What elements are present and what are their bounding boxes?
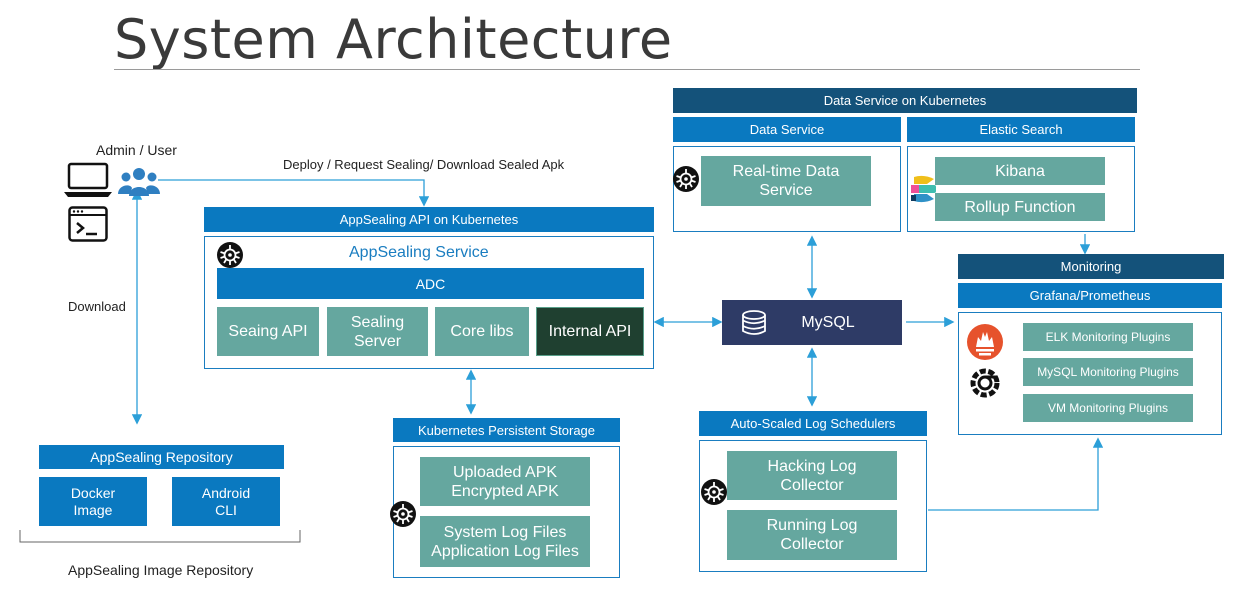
storage-logs-line2: Application Log Files xyxy=(431,542,579,560)
log-schedulers-header: Auto-Scaled Log Schedulers xyxy=(699,411,927,436)
realtime-data-service: Real-time Data Service xyxy=(701,156,871,206)
module-internal-api: Internal API xyxy=(536,307,644,356)
running-log-line2: Collector xyxy=(780,536,844,553)
storage-logs: System Log Files Application Log Files xyxy=(420,516,590,567)
module-core-libs: Core libs xyxy=(435,307,529,356)
module-sealing-api: Seaing API xyxy=(217,307,319,356)
appsealing-api-header: AppSealing API on Kubernetes xyxy=(204,207,654,232)
appsealing-service-label: AppSealing Service xyxy=(349,244,489,261)
running-log-collector: Running Log Collector xyxy=(727,510,897,560)
storage-apk: Uploaded APK Encrypted APK xyxy=(420,457,590,506)
monitoring-header: Monitoring xyxy=(958,254,1224,279)
repository-header: AppSealing Repository xyxy=(39,445,284,469)
database-icon xyxy=(740,309,768,342)
elastic-search-header: Elastic Search xyxy=(907,117,1135,142)
storage-apk-line1: Uploaded APK xyxy=(452,463,558,481)
storage-apk-line2: Encrypted APK xyxy=(451,482,559,500)
plugin-mysql: MySQL Monitoring Plugins xyxy=(1023,358,1193,386)
realtime-line1: Real-time Data xyxy=(732,163,840,180)
hacking-log-line2: Collector xyxy=(780,476,844,494)
data-service-k8s-header: Data Service on Kubernetes xyxy=(673,88,1137,113)
module-sealing-server: Sealing Server xyxy=(327,307,428,356)
realtime-line2: Service xyxy=(759,182,813,199)
hacking-log-collector: Hacking Log Collector xyxy=(727,451,897,500)
kubernetes-icon xyxy=(389,500,417,533)
repo-android-cli: Android CLI xyxy=(172,477,280,526)
repository-caption: AppSealing Image Repository xyxy=(68,562,254,578)
grafana-prometheus-header: Grafana/Prometheus xyxy=(958,283,1222,308)
download-edge-label: Download xyxy=(68,299,126,314)
mysql-label: MySQL xyxy=(801,313,855,331)
actor-label: Admin / User xyxy=(96,142,177,158)
running-log-line1: Running Log xyxy=(766,517,858,534)
data-service-header: Data Service xyxy=(673,117,901,142)
rollup-function-box: Rollup Function xyxy=(935,193,1105,221)
prometheus-icon xyxy=(966,323,1004,361)
storage-logs-line1: System Log Files xyxy=(443,523,567,541)
deploy-edge-label: Deploy / Request Sealing/ Download Seale… xyxy=(283,157,565,172)
plugin-elk: ELK Monitoring Plugins xyxy=(1023,323,1193,351)
kubernetes-icon xyxy=(672,165,700,198)
elastic-icon xyxy=(911,175,937,203)
kubernetes-icon xyxy=(700,478,728,511)
adc-bar: ADC xyxy=(217,268,644,299)
edge-user-to-api xyxy=(158,179,430,207)
edge-logs-to-monitoring xyxy=(928,437,1104,511)
hacking-log-line1: Hacking Log xyxy=(767,457,857,475)
plugin-vm: VM Monitoring Plugins xyxy=(1023,394,1193,422)
kibana-box: Kibana xyxy=(935,157,1105,185)
storage-header: Kubernetes Persistent Storage xyxy=(393,418,620,442)
repo-docker-image: Docker Image xyxy=(39,477,147,526)
mysql-box: MySQL xyxy=(722,300,902,345)
users-icon xyxy=(118,166,160,198)
laptop-icon xyxy=(64,162,112,198)
grafana-icon xyxy=(967,365,1003,401)
terminal-icon xyxy=(68,206,108,242)
repository-bracket xyxy=(19,530,301,543)
